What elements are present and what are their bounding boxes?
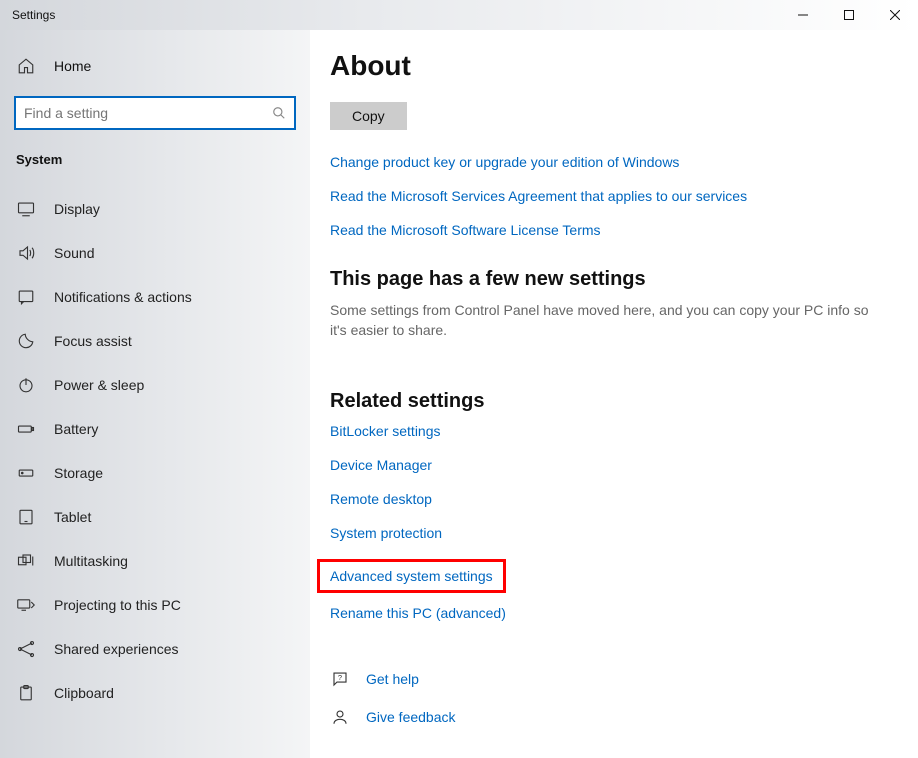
shared-experiences-icon (16, 639, 36, 659)
new-settings-desc: Some settings from Control Panel have mo… (330, 301, 878, 340)
sound-icon (16, 243, 36, 263)
sidebar-item-label: Projecting to this PC (54, 597, 181, 613)
sidebar-item-multitasking[interactable]: Multitasking (0, 539, 310, 583)
copy-button[interactable]: Copy (330, 102, 407, 130)
new-settings-heading: This page has a few new settings (330, 268, 878, 291)
sidebar-item-sound[interactable]: Sound (0, 231, 310, 275)
related-link-bitlocker-settings[interactable]: BitLocker settings (330, 423, 878, 439)
home-label: Home (54, 58, 91, 74)
window-title: Settings (12, 8, 780, 22)
home-nav[interactable]: Home (0, 50, 310, 82)
svg-text:?: ? (338, 673, 342, 682)
feedback-icon (330, 707, 350, 727)
related-link-advanced-system-settings[interactable]: Advanced system settings (330, 568, 493, 584)
related-link-device-manager[interactable]: Device Manager (330, 457, 878, 473)
home-icon (16, 56, 36, 76)
tablet-icon (16, 507, 36, 527)
sidebar-item-focus-assist[interactable]: Focus assist (0, 319, 310, 363)
highlighted-link-box: Advanced system settings (317, 559, 506, 593)
sidebar: Home System Display Sound Notifications & … (0, 30, 310, 758)
sidebar-item-label: Sound (54, 245, 94, 261)
sidebar-item-label: Shared experiences (54, 641, 179, 657)
projecting-icon (16, 595, 36, 615)
sidebar-item-tablet[interactable]: Tablet (0, 495, 310, 539)
sidebar-item-notifications-actions[interactable]: Notifications & actions (0, 275, 310, 319)
related-settings-heading: Related settings (330, 390, 878, 413)
search-input[interactable] (24, 105, 272, 121)
sidebar-item-power-sleep[interactable]: Power & sleep (0, 363, 310, 407)
close-button[interactable] (872, 0, 918, 30)
notifications-icon (16, 287, 36, 307)
maximize-button[interactable] (826, 0, 872, 30)
sidebar-item-shared-experiences[interactable]: Shared experiences (0, 627, 310, 671)
top-link-2[interactable]: Read the Microsoft Software License Term… (330, 222, 878, 238)
related-link-system-protection[interactable]: System protection (330, 525, 878, 541)
top-link-1[interactable]: Read the Microsoft Services Agreement th… (330, 188, 878, 204)
get-help-row[interactable]: ? Get help (330, 669, 878, 689)
get-help-link: Get help (366, 671, 419, 687)
related-link-remote-desktop[interactable]: Remote desktop (330, 491, 878, 507)
sidebar-item-battery[interactable]: Battery (0, 407, 310, 451)
sidebar-item-label: Power & sleep (54, 377, 144, 393)
sidebar-item-projecting-to-this-pc[interactable]: Projecting to this PC (0, 583, 310, 627)
minimize-button[interactable] (780, 0, 826, 30)
sidebar-item-clipboard[interactable]: Clipboard (0, 671, 310, 715)
sidebar-item-label: Notifications & actions (54, 289, 192, 305)
display-icon (16, 199, 36, 219)
sidebar-item-label: Battery (54, 421, 98, 437)
sidebar-item-label: Tablet (54, 509, 91, 525)
titlebar: Settings (0, 0, 918, 30)
sidebar-item-display[interactable]: Display (0, 187, 310, 231)
page-title: About (330, 50, 878, 82)
search-icon (272, 106, 286, 120)
multitasking-icon (16, 551, 36, 571)
sidebar-item-label: Display (54, 201, 100, 217)
battery-icon (16, 419, 36, 439)
give-feedback-row[interactable]: Give feedback (330, 707, 878, 727)
category-label: System (0, 152, 310, 167)
window-controls (780, 0, 918, 30)
sidebar-item-storage[interactable]: Storage (0, 451, 310, 495)
sidebar-item-label: Clipboard (54, 685, 114, 701)
related-link-rename-this-pc-advanced-[interactable]: Rename this PC (advanced) (330, 605, 878, 621)
content-area: About Copy Change product key or upgrade… (310, 30, 918, 758)
top-link-0[interactable]: Change product key or upgrade your editi… (330, 154, 878, 170)
sidebar-item-label: Storage (54, 465, 103, 481)
give-feedback-link: Give feedback (366, 709, 456, 725)
clipboard-icon (16, 683, 36, 703)
sidebar-item-label: Focus assist (54, 333, 132, 349)
chat-help-icon: ? (330, 669, 350, 689)
power-sleep-icon (16, 375, 36, 395)
storage-icon (16, 463, 36, 483)
focus-assist-icon (16, 331, 36, 351)
search-input-container[interactable] (14, 96, 296, 130)
sidebar-item-label: Multitasking (54, 553, 128, 569)
